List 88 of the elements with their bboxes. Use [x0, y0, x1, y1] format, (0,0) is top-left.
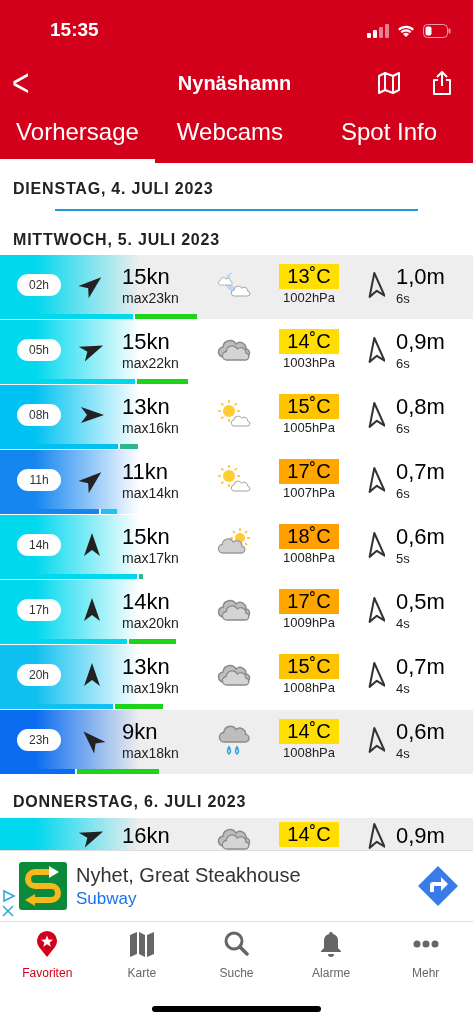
air-pressure: 1002hPa: [282, 289, 336, 307]
temperature: 15˚C: [279, 393, 339, 419]
day-header[interactable]: DIENSTAG, 4. JULI 2023: [13, 177, 473, 201]
wave-height: 0,9m: [396, 328, 445, 356]
temperature: 18˚C: [279, 523, 339, 549]
wind-speed: 11kn: [122, 457, 170, 485]
forecast-row[interactable]: 16kn 14˚C 0,9m: [0, 818, 473, 850]
day-header[interactable]: DONNERSTAG, 6. JULI 2023: [13, 793, 247, 810]
ad-choices-icon[interactable]: [2, 889, 16, 903]
wind-gust: max22kn: [122, 355, 180, 373]
wave-period: 4s: [396, 745, 411, 762]
battery-icon: [423, 23, 451, 38]
status-time: 15:35: [50, 18, 99, 43]
tab-bar-item[interactable]: Suche: [189, 930, 284, 982]
wind-speed: 9kn: [122, 717, 159, 745]
hour-badge: 02h: [17, 274, 61, 296]
air-pressure: 1005hPa: [282, 419, 336, 437]
wind-gust: max18kn: [122, 745, 180, 763]
air-pressure: 1008hPa: [282, 744, 336, 762]
wind-gust: max19kn: [122, 680, 180, 698]
wind-gust: max14kn: [122, 485, 180, 503]
forecast-row[interactable]: 23h 9kn max18kn 14˚C 1008hPa 0,6m 4s: [0, 710, 473, 775]
wind-gust: max23kn: [122, 290, 180, 308]
directions-icon[interactable]: [417, 865, 459, 907]
day-header[interactable]: MITTWOCH, 5. JULI 2023: [13, 231, 220, 248]
wave-height: 0,7m: [396, 653, 445, 681]
forecast-row[interactable]: 02h 15kn max23kn 13˚C 1002hPa 1,0m 6s: [0, 255, 473, 320]
temperature: 17˚C: [279, 458, 339, 484]
wave-period: 4s: [396, 615, 411, 632]
wave-height: 0,6m: [396, 523, 445, 551]
tab[interactable]: Webcams: [155, 110, 305, 163]
wave-height: 0,7m: [396, 458, 445, 486]
ad-title[interactable]: Nyhet, Great Steakhouse: [76, 862, 417, 888]
wave-height: 0,8m: [396, 393, 445, 421]
tab-bar-item[interactable]: Mehr: [378, 930, 473, 982]
temperature: 14˚C: [279, 718, 339, 744]
temperature: 13˚C: [279, 263, 339, 289]
hour-badge: 23h: [17, 729, 61, 751]
wind-speed: 15kn: [122, 327, 171, 355]
wave-period: 6s: [396, 420, 411, 437]
wave-height: 0,6m: [396, 718, 445, 746]
hour-badge: 20h: [17, 664, 61, 686]
air-pressure: 1008hPa: [282, 679, 336, 697]
share-icon[interactable]: [431, 69, 453, 96]
tab[interactable]: Spot Info: [305, 110, 473, 163]
air-pressure: 1007hPa: [282, 484, 336, 502]
wifi-icon: [396, 23, 416, 38]
hour-badge: 17h: [17, 599, 61, 621]
temperature: 14˚C: [279, 328, 339, 354]
wave-period: 6s: [396, 355, 411, 372]
wave-height: 0,5m: [396, 588, 445, 616]
advertiser-link[interactable]: Subway: [76, 887, 417, 910]
wind-gust: max16kn: [122, 420, 180, 438]
air-pressure: 1008hPa: [282, 549, 336, 567]
wave-height: 0,9m: [396, 822, 445, 850]
map-icon[interactable]: [377, 71, 401, 94]
tab-bar-item[interactable]: Alarme: [283, 930, 379, 982]
close-icon[interactable]: [2, 905, 14, 917]
air-pressure: 1003hPa: [282, 354, 336, 372]
advertiser-logo: [19, 862, 67, 910]
wave-period: 6s: [396, 485, 411, 502]
hour-badge: 05h: [17, 339, 61, 361]
air-pressure: 1009hPa: [282, 614, 336, 632]
wave-period: 6s: [396, 290, 411, 307]
ad-banner[interactable]: Nyhet, Great Steakhouse Subway: [0, 850, 473, 922]
wave-period: 5s: [396, 550, 411, 567]
tab-bar-item[interactable]: Karte: [94, 930, 190, 982]
wave-period: 4s: [396, 680, 411, 697]
wind-speed: 13kn: [122, 392, 171, 420]
wind-speed: 15kn: [122, 262, 171, 290]
wind-gust: max20kn: [122, 615, 180, 633]
back-button[interactable]: <: [12, 63, 52, 102]
wind-gust: max17kn: [122, 550, 180, 568]
wind-speed: 16kn: [122, 822, 171, 850]
wind-speed: 15kn: [122, 522, 171, 550]
wave-height: 1,0m: [396, 263, 445, 291]
temperature: 14˚C: [279, 822, 339, 847]
temperature: 17˚C: [279, 588, 339, 614]
wind-speed: 13kn: [122, 652, 171, 680]
tab-bar-item[interactable]: Favoriten: [0, 930, 95, 982]
tab[interactable]: Vorhersage: [0, 110, 155, 163]
hour-badge: 08h: [17, 404, 61, 426]
signal-icon: [367, 23, 389, 38]
hour-badge: 14h: [17, 534, 61, 556]
spot-title: Nynäshamn: [176, 71, 292, 94]
hour-badge: 11h: [17, 469, 61, 491]
temperature: 15˚C: [279, 653, 339, 679]
wind-speed: 14kn: [122, 587, 171, 615]
